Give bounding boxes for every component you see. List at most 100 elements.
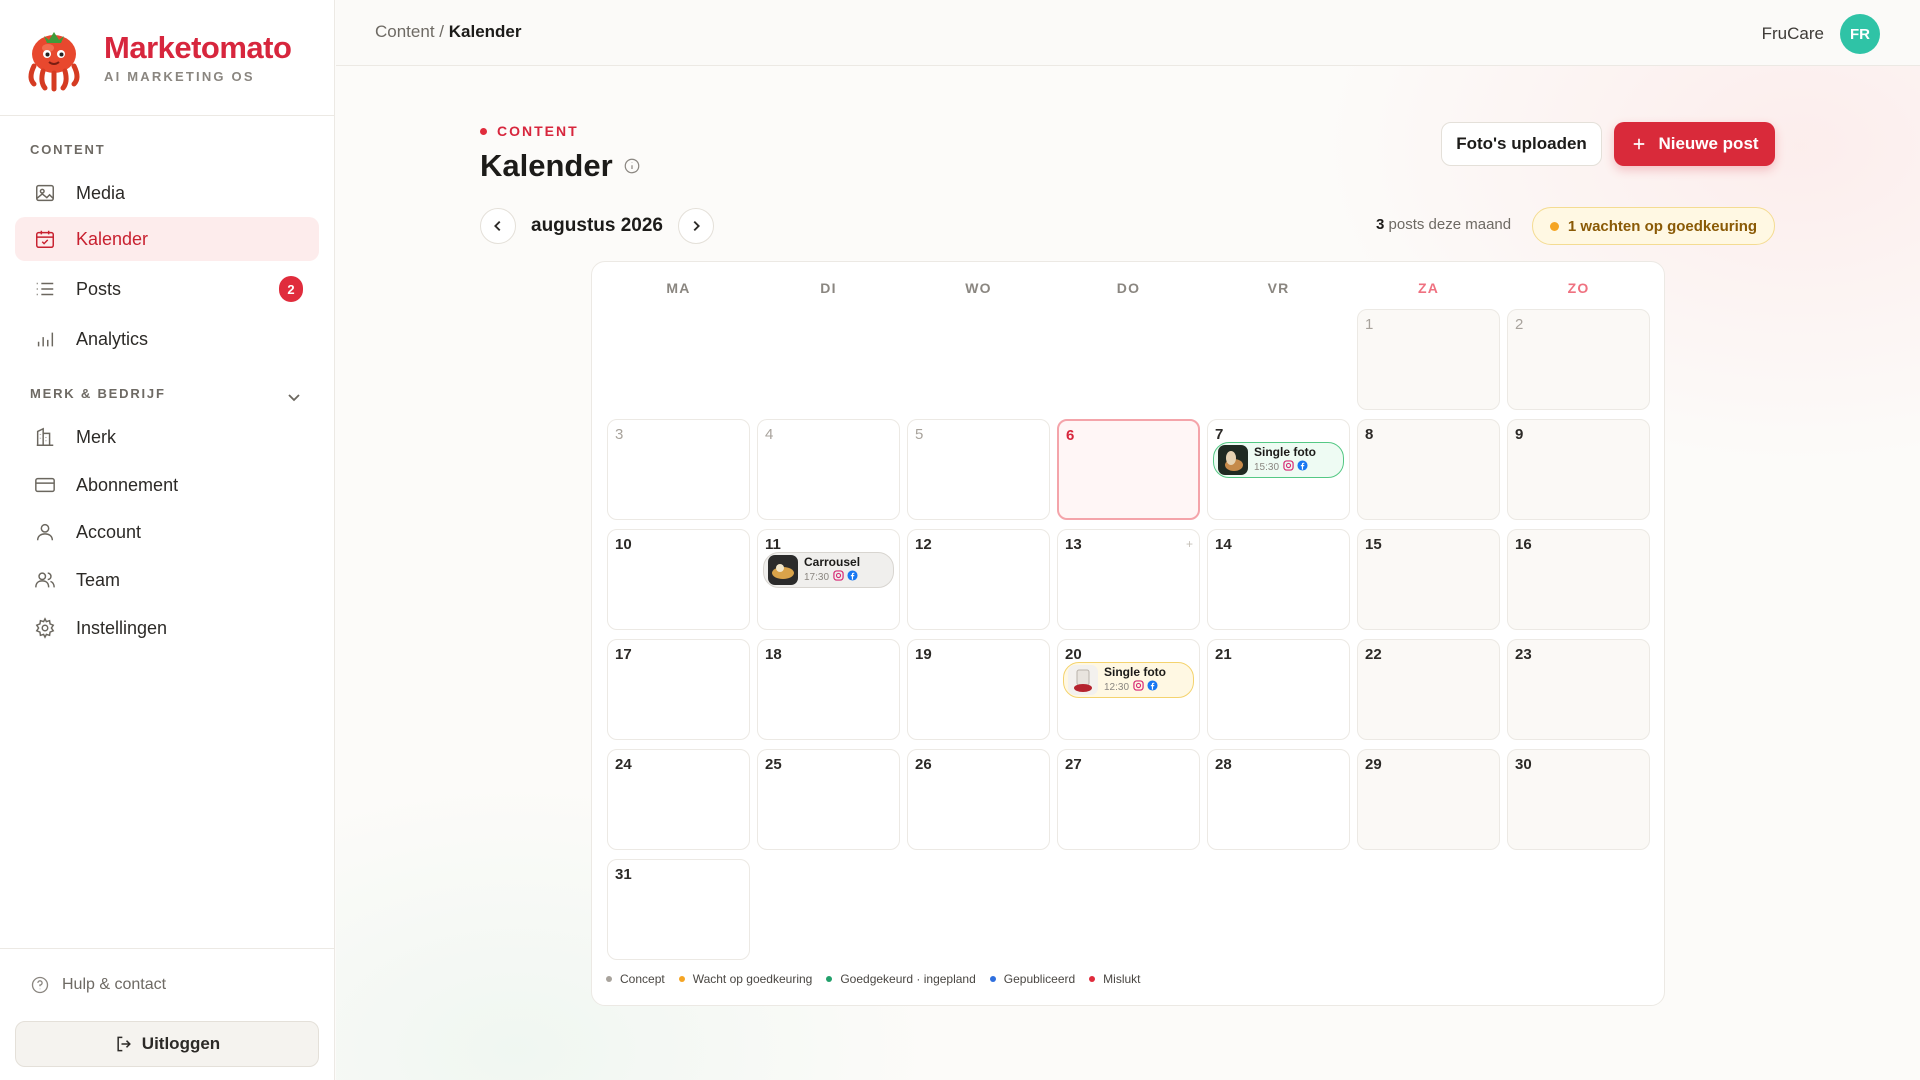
- sidebar-item-account[interactable]: Account: [15, 510, 319, 554]
- calendar-day-cell[interactable]: 27: [1057, 749, 1200, 850]
- logout-icon: [117, 1036, 131, 1052]
- day-number: 13: [1065, 536, 1082, 553]
- post-chip[interactable]: Single foto 12:30: [1063, 662, 1194, 698]
- logout-button[interactable]: Uitloggen: [15, 1021, 319, 1067]
- posts-count: 3 posts deze maand: [1376, 216, 1511, 233]
- post-meta: 17:30: [804, 570, 860, 584]
- add-post-icon[interactable]: +: [1186, 537, 1193, 551]
- brand-name: Marketomato: [104, 29, 292, 65]
- calendar-day-cell[interactable]: 5: [907, 419, 1050, 520]
- breadcrumb-parent[interactable]: Content: [375, 22, 435, 41]
- calendar-day-cell[interactable]: 14: [1207, 529, 1350, 630]
- weekday-header: VR: [1267, 280, 1290, 296]
- user-icon: [33, 520, 57, 544]
- page-eyebrow: CONTENT: [480, 123, 579, 139]
- sidebar-item-label: Media: [76, 182, 126, 203]
- day-number: 25: [765, 756, 782, 773]
- credit-card-icon: [33, 473, 57, 497]
- pending-label: 1 wachten op goedkeuring: [1567, 217, 1758, 235]
- weekday-header: DO: [1116, 280, 1141, 296]
- sidebar-item-merk[interactable]: Merk: [15, 415, 319, 459]
- avatar[interactable]: FR: [1840, 14, 1880, 54]
- calendar-day-cell[interactable]: 16: [1507, 529, 1650, 630]
- day-number: 29: [1365, 756, 1382, 773]
- calendar-day-cell[interactable]: 28: [1207, 749, 1350, 850]
- sidebar-item-label: Merk: [76, 426, 116, 447]
- post-chip[interactable]: Carrousel 17:30: [763, 552, 894, 588]
- calendar-day-cell[interactable]: 17: [607, 639, 750, 740]
- sidebar-item-analytics[interactable]: Analytics: [15, 317, 319, 361]
- calendar-day-cell[interactable]: 9: [1507, 419, 1650, 520]
- eyebrow-dot: [480, 127, 487, 135]
- day-number: 5: [915, 426, 924, 443]
- calendar-day-cell[interactable]: 7 Single foto 15:30: [1207, 419, 1350, 520]
- calendar-day-cell[interactable]: 10: [607, 529, 750, 630]
- chevron-down-icon[interactable]: [286, 389, 302, 405]
- calendar-day-cell[interactable]: 30: [1507, 749, 1650, 850]
- day-number: 22: [1365, 646, 1382, 663]
- calendar-day-cell[interactable]: 18: [757, 639, 900, 740]
- calendar-day-cell[interactable]: 29: [1357, 749, 1500, 850]
- upload-photos-button[interactable]: Foto's uploaden: [1441, 122, 1602, 166]
- pending-approval-pill[interactable]: 1 wachten op goedkeuring: [1532, 207, 1775, 245]
- post-time: 12:30: [1104, 681, 1130, 693]
- breadcrumb: Content / Kalender: [375, 22, 522, 42]
- user-menu[interactable]: FruCare FR: [1762, 14, 1880, 54]
- sidebar-item-posts[interactable]: Posts 2: [15, 267, 319, 311]
- sidebar-item-kalender[interactable]: Kalender: [15, 217, 319, 261]
- sidebar-item-media[interactable]: Media: [15, 171, 319, 215]
- post-title: Carrousel: [804, 554, 861, 569]
- day-number: 31: [615, 866, 632, 883]
- next-month-button[interactable]: [678, 208, 714, 244]
- calendar-day-cell[interactable]: 3: [607, 419, 750, 520]
- day-number: 3: [615, 426, 624, 443]
- day-number: 12: [915, 536, 932, 553]
- calendar-day-cell[interactable]: 26: [907, 749, 1050, 850]
- post-info: Single foto 15:30: [1254, 445, 1316, 474]
- sidebar-item-team[interactable]: Team: [15, 558, 319, 602]
- plus-icon: [1634, 138, 1645, 150]
- calendar-day-cell[interactable]: 22: [1357, 639, 1500, 740]
- post-meta: 15:30: [1254, 460, 1316, 474]
- new-post-button[interactable]: Nieuwe post: [1614, 122, 1775, 166]
- calendar-day-cell[interactable]: 24: [607, 749, 750, 850]
- post-chip[interactable]: Single foto 15:30: [1213, 442, 1344, 478]
- calendar-day-cell[interactable]: 25: [757, 749, 900, 850]
- calendar-day-cell[interactable]: 15: [1357, 529, 1500, 630]
- post-info: Single foto 12:30: [1104, 665, 1166, 694]
- day-number: 6: [1066, 427, 1075, 444]
- sidebar-item-abonnement[interactable]: Abonnement: [15, 463, 319, 507]
- calendar-day-cell[interactable]: 20 Single foto 12:30: [1057, 639, 1200, 740]
- calendar-day-cell[interactable]: 6: [1057, 419, 1200, 520]
- image-icon: [33, 181, 57, 205]
- calendar-day-cell[interactable]: 11 Carrousel 17:30: [757, 529, 900, 630]
- sidebar-item-instellingen[interactable]: Instellingen: [15, 606, 319, 650]
- calendar-day-cell[interactable]: 23: [1507, 639, 1650, 740]
- legend-label: Wacht op goedkeuring: [692, 972, 813, 986]
- calendar-day-cell[interactable]: 1: [1357, 309, 1500, 410]
- calendar-day-cell[interactable]: 31: [607, 859, 750, 960]
- calendar-day-cell[interactable]: 4: [757, 419, 900, 520]
- facebook-icon: [844, 570, 858, 584]
- day-number: 15: [1365, 536, 1382, 553]
- calendar-day-cell[interactable]: 21: [1207, 639, 1350, 740]
- day-number: 4: [765, 426, 774, 443]
- logout-label: Uitloggen: [141, 1034, 221, 1053]
- day-number: 20: [1065, 646, 1082, 663]
- calendar-day-cell[interactable]: 13 +: [1057, 529, 1200, 630]
- previous-month-button[interactable]: [480, 208, 516, 244]
- gear-icon: [33, 616, 57, 640]
- users-icon: [33, 568, 57, 592]
- day-number: 10: [615, 536, 632, 553]
- calendar-day-cell[interactable]: 19: [907, 639, 1050, 740]
- calendar-day-cell[interactable]: 8: [1357, 419, 1500, 520]
- info-icon[interactable]: [623, 157, 641, 175]
- weekday-header: ZA: [1417, 280, 1440, 296]
- calendar-day-cell[interactable]: 2: [1507, 309, 1650, 410]
- legend-item: Gepubliceerd: [989, 972, 1075, 986]
- calendar-day-cell[interactable]: 12: [907, 529, 1050, 630]
- sidebar-item-label: Posts: [76, 278, 122, 299]
- help-contact-link[interactable]: Hulp & contact: [30, 975, 166, 995]
- day-number: 2: [1515, 316, 1524, 333]
- post-info: Carrousel 17:30: [804, 554, 861, 584]
